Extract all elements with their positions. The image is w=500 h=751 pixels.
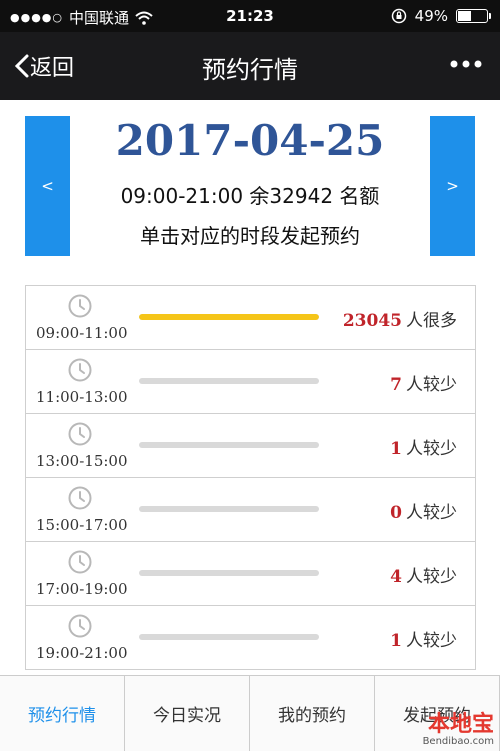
- tab-my-bookings[interactable]: 我的预约: [250, 676, 375, 751]
- slot-progress-bar: [139, 634, 319, 640]
- status-right: 49%: [391, 7, 491, 25]
- slot-progress-bar: [139, 314, 319, 320]
- battery-fill: [458, 11, 471, 21]
- slot-progress-bar: [139, 570, 319, 576]
- date-title: 2017-04-25: [115, 116, 385, 165]
- slot-time: 09:00-11:00: [36, 324, 128, 342]
- date-hint: 单击对应的时段发起预约: [140, 224, 360, 248]
- clock-icon: [68, 614, 92, 638]
- status-bar: ●●●●○ 中国联通 21:23 49%: [0, 0, 500, 32]
- slot-status: 人较少: [406, 503, 457, 523]
- slot-status: 人较少: [406, 631, 457, 651]
- clock-icon: [68, 550, 92, 574]
- slot-time: 17:00-19:00: [36, 580, 128, 598]
- rotation-lock-icon: [391, 8, 406, 24]
- prev-date-button[interactable]: <: [25, 116, 70, 256]
- watermark: 本地宝 Bendibao.com: [422, 712, 494, 748]
- slot-progress-bar: [139, 378, 319, 384]
- slot-count-wrap: 7 人较少: [390, 370, 457, 395]
- tab-today[interactable]: 今日实况: [125, 676, 250, 751]
- date-availability: 09:00-21:00 余32942 名额: [120, 184, 380, 208]
- slot-time: 15:00-17:00: [36, 516, 128, 534]
- slot-count: 0: [390, 503, 402, 523]
- slot-progress-bar: [139, 506, 319, 512]
- tab-market[interactable]: 预约行情: [0, 676, 125, 751]
- slot-row[interactable]: 15:00-17:00 0 人较少: [26, 478, 475, 542]
- slot-row[interactable]: 13:00-15:00 1 人较少: [26, 414, 475, 478]
- more-dots-icon: [450, 60, 482, 68]
- slot-time: 11:00-13:00: [36, 388, 128, 406]
- slot-count-wrap: 1 人较少: [390, 434, 457, 459]
- slot-row[interactable]: 09:00-11:00 23045 人很多: [26, 286, 475, 350]
- slot-status: 人较少: [406, 375, 457, 395]
- slot-row[interactable]: 11:00-13:00 7 人较少: [26, 350, 475, 414]
- battery-percent: 49%: [414, 7, 448, 25]
- slot-count-wrap: 0 人较少: [390, 498, 457, 523]
- slot-count-wrap: 4 人较少: [390, 562, 457, 587]
- watermark-logo: 本地宝: [427, 712, 494, 737]
- slot-time: 19:00-21:00: [36, 644, 128, 662]
- slot-row[interactable]: 19:00-21:00 1 人较少: [26, 606, 475, 670]
- clock-icon: [68, 486, 92, 510]
- slot-count: 1: [390, 631, 402, 651]
- slot-count: 23045: [342, 311, 402, 331]
- slot-progress-bar: [139, 442, 319, 448]
- battery-icon: [456, 9, 491, 23]
- more-button[interactable]: [448, 46, 484, 88]
- slot-count: 7: [390, 375, 402, 395]
- slot-time: 13:00-15:00: [36, 452, 128, 470]
- slot-status: 人较少: [406, 439, 457, 459]
- slot-count: 1: [390, 439, 402, 459]
- nav-bar: 返回 预约行情: [0, 32, 500, 100]
- slot-count: 4: [390, 567, 402, 587]
- tab-bar: 预约行情 今日实况 我的预约 发起预约 本地宝 Bendibao.com: [0, 675, 500, 751]
- slot-list: 09:00-11:00 23045 人很多 11:00-13:00 7 人较少 …: [25, 285, 476, 670]
- slot-count-wrap: 1 人较少: [390, 626, 457, 651]
- next-arrow-label: >: [446, 177, 459, 195]
- next-date-button[interactable]: >: [430, 116, 475, 256]
- slot-status: 人很多: [406, 311, 457, 331]
- slot-status: 人较少: [406, 567, 457, 587]
- page-title: 预约行情: [202, 56, 298, 84]
- slot-progress-fill: [139, 314, 319, 320]
- slot-row[interactable]: 17:00-19:00 4 人较少: [26, 542, 475, 606]
- watermark-url: Bendibao.com: [422, 736, 494, 747]
- clock-icon: [68, 294, 92, 318]
- prev-arrow-label: <: [41, 177, 54, 195]
- slot-count-wrap: 23045 人很多: [343, 306, 457, 331]
- clock-icon: [68, 358, 92, 382]
- clock-icon: [68, 422, 92, 446]
